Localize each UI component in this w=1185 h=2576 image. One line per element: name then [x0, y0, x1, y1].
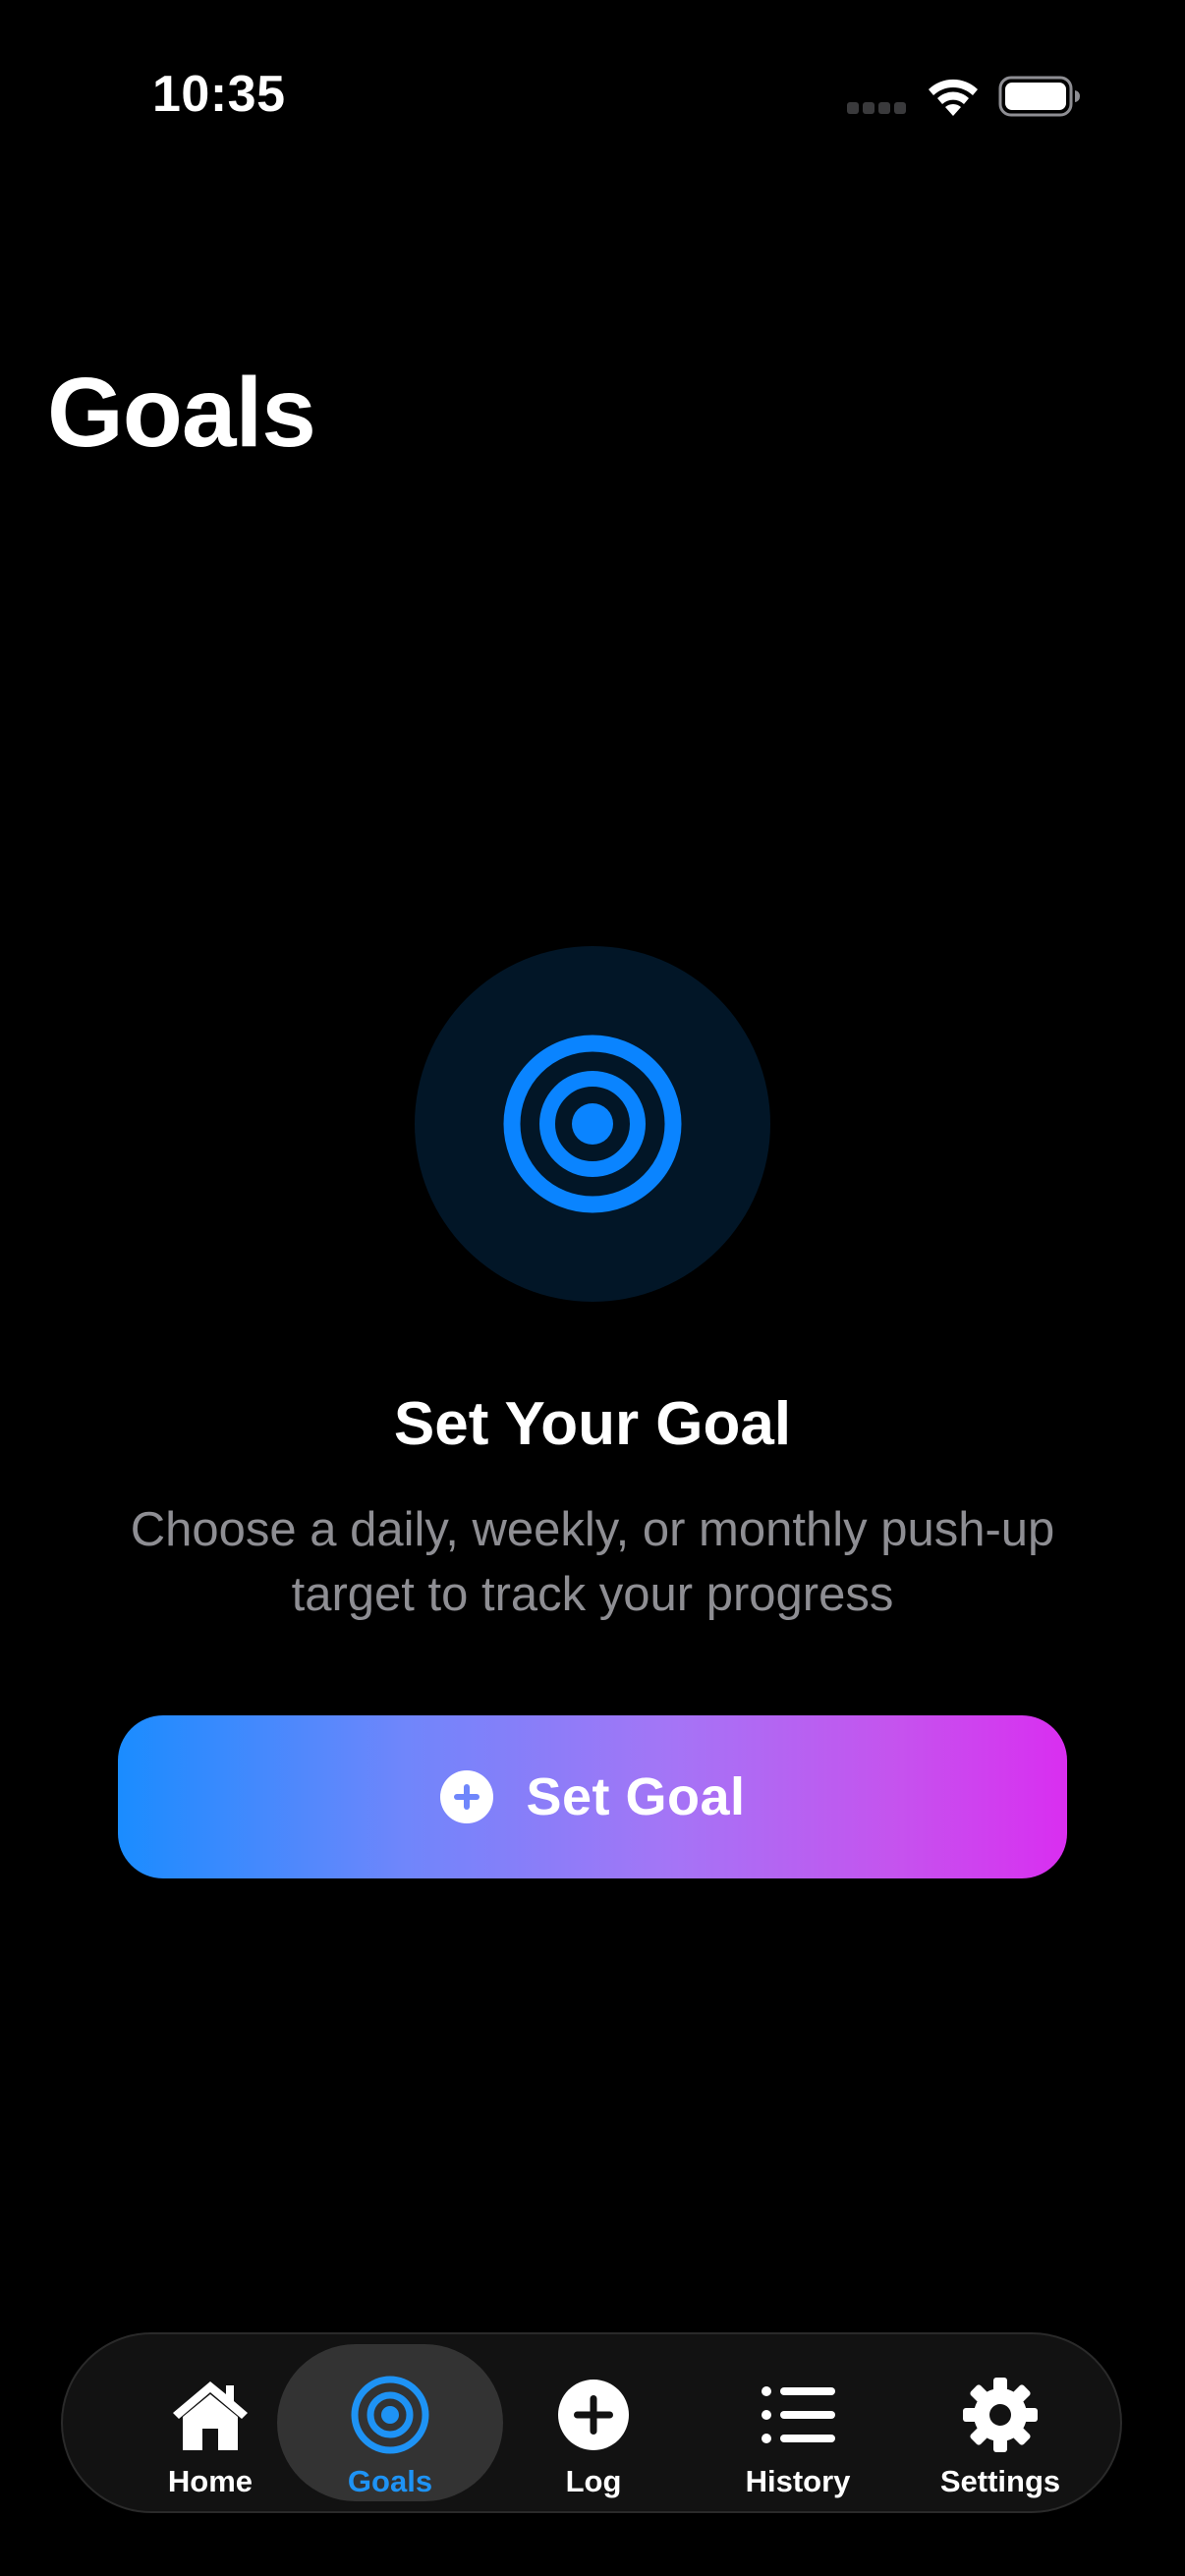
target-icon — [351, 2376, 429, 2454]
plus-circle-icon — [558, 2380, 629, 2450]
tab-history[interactable]: History — [700, 2344, 896, 2501]
tab-bar: Home Goals Log History Settings — [61, 2332, 1122, 2513]
tab-home-label: Home — [167, 2464, 254, 2498]
tab-goals[interactable]: Goals — [277, 2344, 503, 2501]
tab-goals-label: Goals — [347, 2464, 433, 2498]
goal-badge — [415, 946, 770, 1302]
cellular-signal-icon — [847, 102, 906, 114]
tab-settings[interactable]: Settings — [902, 2344, 1099, 2501]
empty-state-description: Choose a daily, weekly, or monthly push-… — [130, 1503, 1055, 1621]
tab-log[interactable]: Log — [495, 2344, 692, 2501]
house-icon — [173, 2381, 248, 2450]
battery-icon — [998, 76, 1080, 117]
tab-settings-label: Settings — [939, 2464, 1061, 2498]
page-title: Goals — [47, 358, 316, 468]
plus-circle-icon — [440, 1770, 494, 1823]
target-icon — [503, 1035, 682, 1213]
list-icon — [762, 2386, 835, 2443]
set-goal-button[interactable]: Set Goal — [118, 1715, 1067, 1878]
status-time: 10:35 — [152, 66, 286, 123]
set-goal-label: Set Goal — [526, 1767, 746, 1826]
empty-state-title: Set Your Goal — [393, 1390, 792, 1458]
wifi-icon — [929, 79, 978, 116]
tab-history-label: History — [745, 2464, 851, 2498]
status-bar: 10:35 — [0, 0, 1185, 196]
gear-icon — [963, 2378, 1038, 2452]
tab-log-label: Log — [565, 2464, 622, 2498]
